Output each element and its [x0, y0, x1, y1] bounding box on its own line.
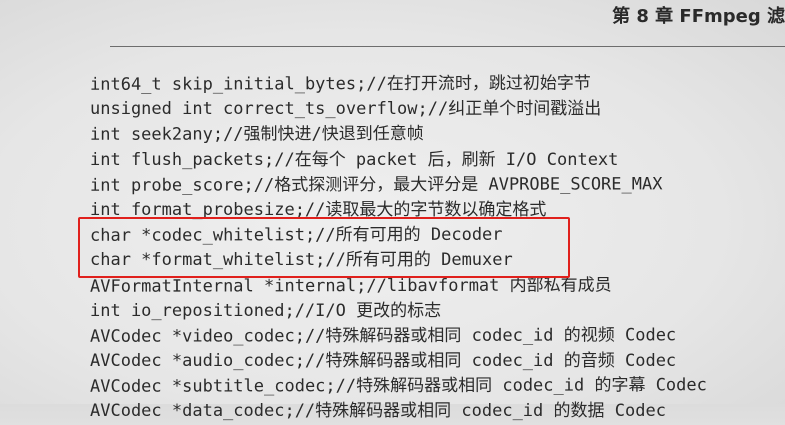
- code-line: AVCodec *subtitle_codec;//特殊解码器或相同 codec…: [89, 375, 707, 398]
- book-page: 第 8 章 FFmpeg 滤 int64_t skip_initial_byte…: [0, 0, 785, 421]
- red-highlight-box: [78, 217, 570, 278]
- code-line: AVCodec *data_codec;//特殊解码器或相同 codec_id …: [90, 401, 666, 422]
- code-line: int io_repositioned;//I/O 更改的标志: [90, 300, 442, 321]
- header-rule: [110, 46, 785, 47]
- code-line: AVCodec *audio_codec;//特殊解码器或相同 codec_id…: [90, 351, 677, 372]
- code-line: unsigned int correct_ts_overflow;//纠正单个时…: [90, 99, 602, 120]
- code-line: AVCodec *video_codec;//特殊解码器或相同 codec_id…: [89, 325, 677, 347]
- running-head: 第 8 章 FFmpeg 滤: [612, 6, 785, 27]
- code-line: int probe_score;//格式探测评分，最大评分是 AVPROBE_S…: [89, 174, 663, 196]
- code-line: int64_t skip_initial_bytes;//在打开流时，跳过初始字…: [89, 73, 591, 95]
- code-line: int seek2any;//强制快进/快退到任意帧: [89, 124, 424, 146]
- code-line: int flush_packets;//在每个 packet 后，刷新 I/O …: [90, 149, 619, 170]
